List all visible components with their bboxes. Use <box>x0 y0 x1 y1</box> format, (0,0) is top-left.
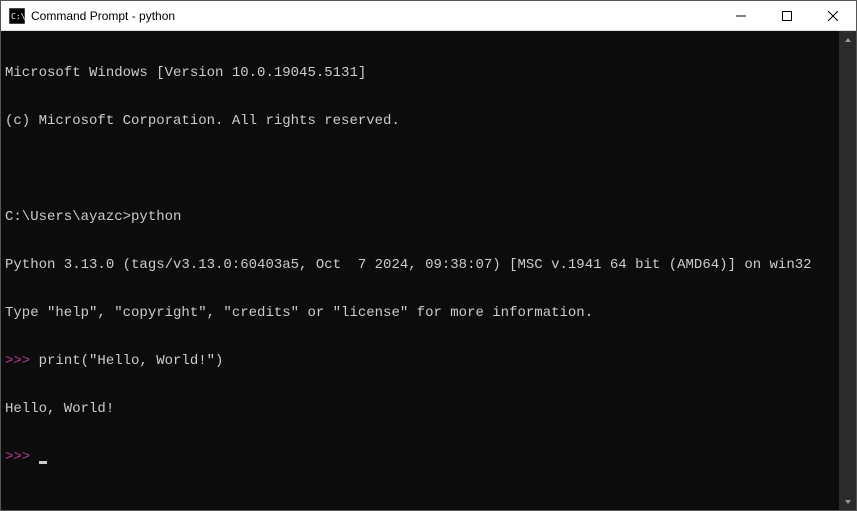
terminal-line: (c) Microsoft Corporation. All rights re… <box>5 113 835 129</box>
titlebar[interactable]: C:\ Command Prompt - python <box>1 1 856 31</box>
terminal-line: >>> <box>5 449 835 465</box>
window-title: Command Prompt - python <box>31 9 718 23</box>
repl-prompt: >>> <box>5 353 39 369</box>
terminal-line: >>> print("Hello, World!") <box>5 353 835 369</box>
close-button[interactable] <box>810 1 856 30</box>
terminal-line: C:\Users\ayazc>python <box>5 209 835 225</box>
scroll-up-button[interactable] <box>839 31 856 48</box>
svg-text:C:\: C:\ <box>11 12 25 21</box>
scrollbar[interactable] <box>839 31 856 510</box>
terminal-line: Python 3.13.0 (tags/v3.13.0:60403a5, Oct… <box>5 257 835 273</box>
repl-prompt: >>> <box>5 449 39 465</box>
repl-input: print("Hello, World!") <box>39 353 224 369</box>
minimize-button[interactable] <box>718 1 764 30</box>
cursor <box>39 461 47 464</box>
terminal-area: Microsoft Windows [Version 10.0.19045.51… <box>1 31 856 510</box>
terminal-line <box>5 161 835 177</box>
terminal-line: Type "help", "copyright", "credits" or "… <box>5 305 835 321</box>
terminal-line: Microsoft Windows [Version 10.0.19045.51… <box>5 65 835 81</box>
terminal[interactable]: Microsoft Windows [Version 10.0.19045.51… <box>1 31 839 510</box>
command-prompt-window: C:\ Command Prompt - python Microsoft Wi… <box>0 0 857 511</box>
scroll-down-button[interactable] <box>839 493 856 510</box>
maximize-button[interactable] <box>764 1 810 30</box>
cmd-icon: C:\ <box>9 8 25 24</box>
window-controls <box>718 1 856 30</box>
terminal-line: Hello, World! <box>5 401 835 417</box>
